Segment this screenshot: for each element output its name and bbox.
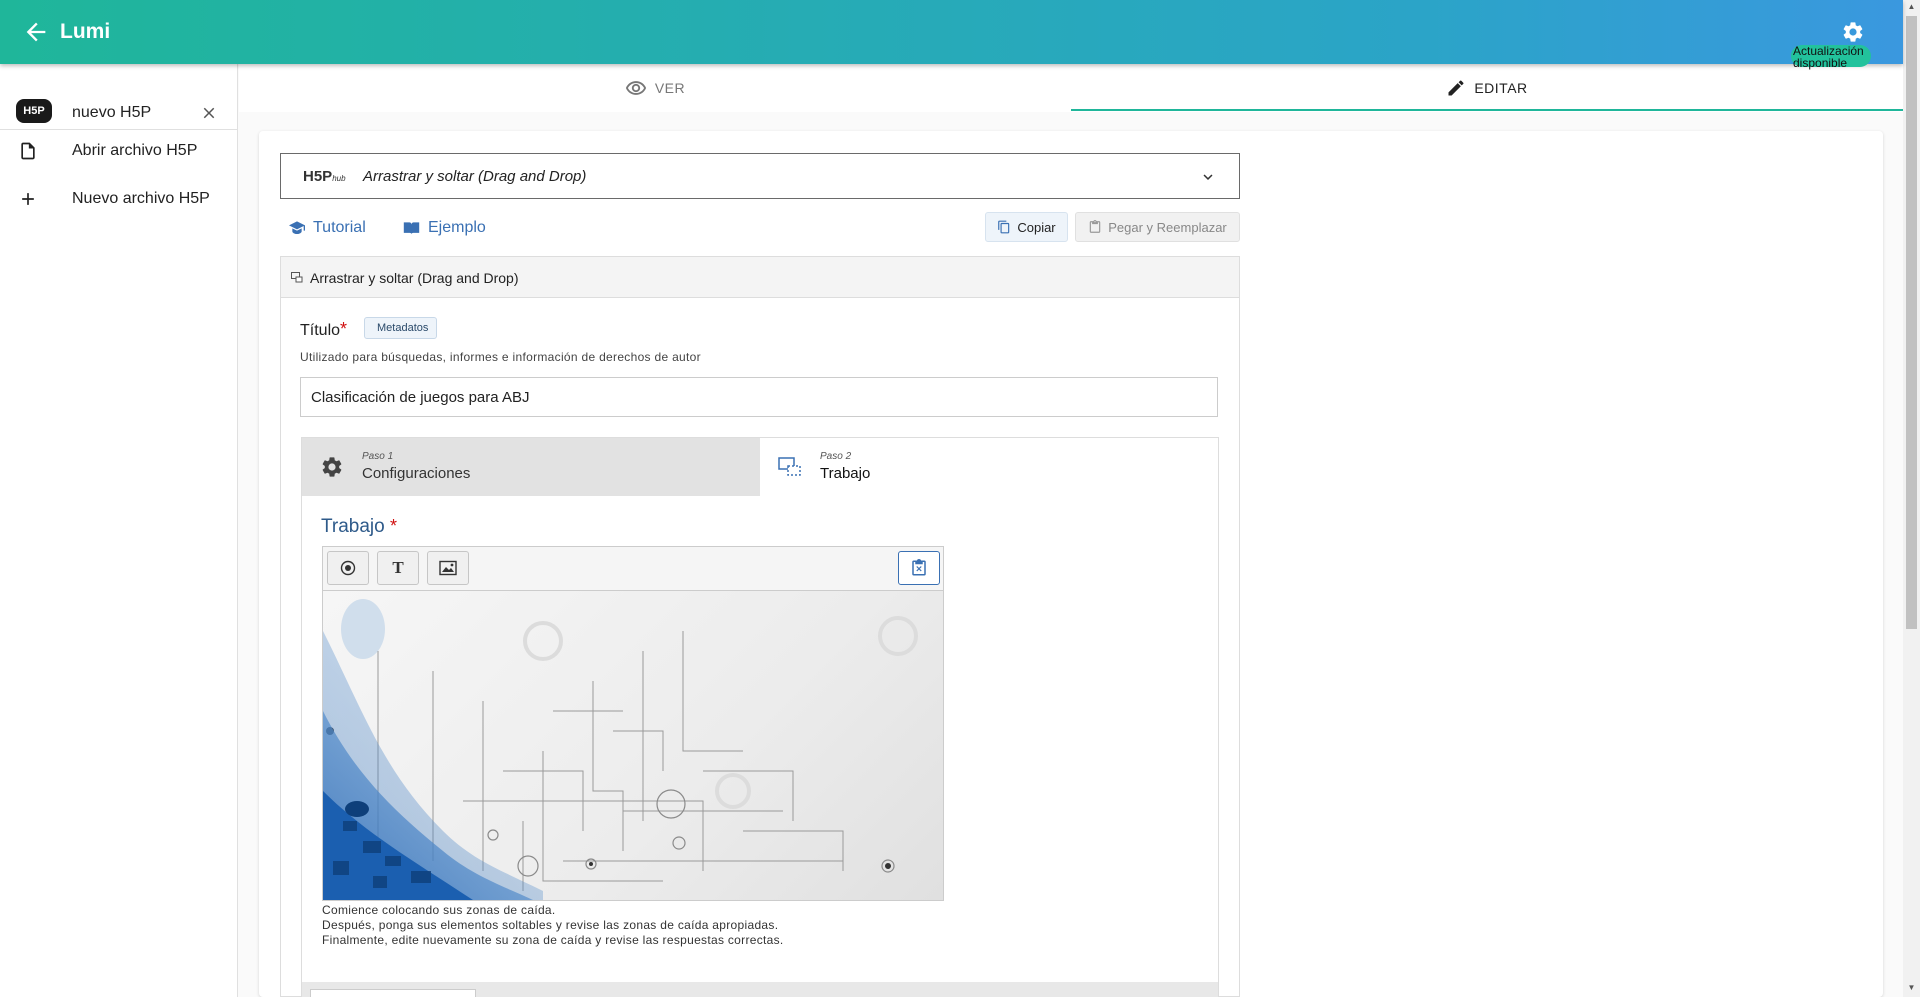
sidebar-item-open-file[interactable]: Abrir archivo H5P [0,128,238,174]
sidebar-item-label: Nuevo archivo H5P [72,190,210,207]
content-section-title: Arrastrar y soltar (Drag and Drop) [310,270,519,286]
drag-drop-icon [291,272,303,283]
close-icon[interactable] [200,104,218,122]
required-marker: * [390,516,398,536]
paste-icon [1090,220,1101,233]
required-marker: * [340,319,348,339]
chevron-down-icon[interactable] [1199,168,1217,186]
sidebar: H5P nuevo H5P Abrir archivo H5P Nuevo ar… [0,64,238,997]
add-image-button[interactable] [427,551,469,585]
copy-button[interactable]: Copiar [985,212,1068,242]
task-instructions: Comience colocando sus zonas de caída. D… [322,903,784,948]
instruction-line: Después, ponga sus elementos soltables y… [322,918,779,932]
gear-icon [322,457,342,477]
instruction-line: Comience colocando sus zonas de caída. [322,903,556,917]
tab-view-label: VER [654,80,686,96]
view-edit-tabs: VER EDITAR [239,64,1903,112]
copy-button-label: Copiar [1017,219,1056,235]
editor-toolbar: T [323,547,943,591]
pencil-icon [1448,80,1464,96]
title-field-label: Título* [300,319,348,339]
add-drop-zone-button[interactable] [327,551,369,585]
title-field-description: Utilizado para búsquedas, informes e inf… [300,350,701,364]
step-name: Trabajo [820,465,871,482]
book-icon [403,222,420,235]
image-icon [439,560,457,576]
tutorial-link[interactable]: Tutorial [289,219,366,237]
tab-view[interactable]: VER [239,64,1071,112]
tab-edit-label: EDITAR [1474,80,1528,96]
h5p-hub-logo: H5Phub [303,168,346,185]
sidebar-item-label: Abrir archivo H5P [72,142,198,159]
plus-icon [22,193,34,205]
step-task[interactable]: Paso 2 Trabajo [760,438,1218,496]
tutorial-link-label: Tutorial [313,219,366,236]
active-tab-indicator [1071,109,1903,111]
back-arrow-icon[interactable] [22,18,50,46]
app-bar: Lumi [0,0,1903,64]
scrollbar-thumb[interactable] [1906,16,1917,629]
target-icon [340,560,356,576]
settings-gear-icon[interactable] [1841,20,1865,44]
content-type-name: Arrastrar y soltar (Drag and Drop) [363,168,587,185]
scroll-down-arrow-icon[interactable]: ▼ [1906,983,1917,995]
step-name: Configuraciones [362,465,471,482]
open-file-tab[interactable]: H5P nuevo H5P [0,80,238,130]
add-text-button[interactable]: T [377,551,419,585]
step-number: Paso 1 [362,451,394,462]
step-settings[interactable]: Paso 1 Configuraciones [302,438,760,496]
task-label: Trabajo * [321,516,398,537]
copy-icon [998,220,1010,234]
background-illustration [323,599,918,900]
h5p-logo: H5P [16,99,52,123]
task-icon [778,457,801,476]
title-input[interactable] [300,377,1218,417]
graduation-cap-icon [289,221,305,234]
file-icon [21,142,35,160]
sidebar-item-new-file[interactable]: Nuevo archivo H5P [0,176,238,222]
step-number: Paso 2 [820,451,852,462]
h5p-hub-selector[interactable]: H5Phub Arrastrar y soltar (Drag and Drop… [280,153,1240,199]
app-title: Lumi [60,20,111,43]
metadata-button[interactable]: Metadatos [364,317,438,339]
example-link[interactable]: Ejemplo [403,219,486,237]
paste-replace-button[interactable]: Pegar y Reemplazar [1075,212,1240,242]
content-section-header: Arrastrar y soltar (Drag and Drop) [280,256,1240,298]
paste-replace-label: Pegar y Reemplazar [1108,219,1227,235]
example-link-label: Ejemplo [428,219,486,236]
task-canvas[interactable] [323,591,943,900]
eye-icon [625,81,646,95]
footer-button[interactable] [310,989,476,997]
open-file-tab-label: nuevo H5P [72,104,152,121]
drag-drop-editor: T [322,546,944,901]
text-icon: T [392,558,404,577]
scroll-up-arrow-icon[interactable]: ▲ [1906,2,1917,14]
instruction-line: Finalmente, edite nuevamente su zona de … [322,933,784,947]
clear-clipboard-icon [912,559,926,576]
update-available-badge[interactable]: Actualización disponible [1791,45,1871,69]
clear-task-button[interactable] [898,551,940,585]
tab-edit[interactable]: EDITAR [1071,64,1903,112]
